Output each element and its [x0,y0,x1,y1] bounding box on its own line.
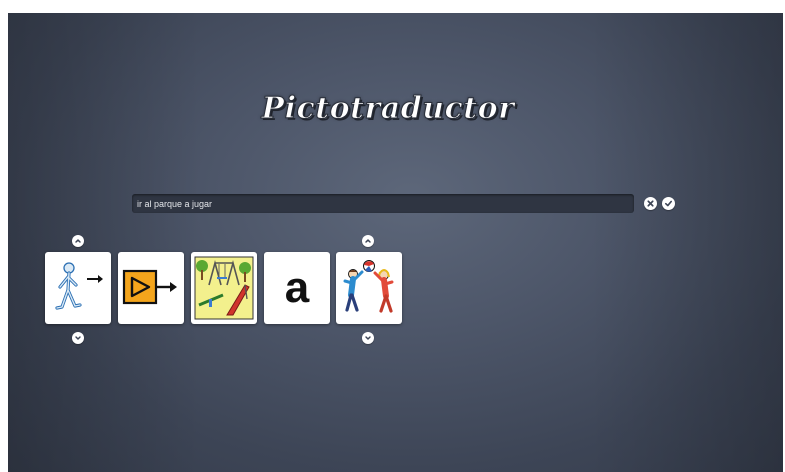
play-arrow-icon [122,269,177,305]
chevron-up-icon [365,239,371,243]
search-bar [132,194,634,213]
person-walking-arrow-icon [55,262,103,310]
check-icon [664,200,673,207]
chevron-up-icon [75,239,81,243]
next-alternative-button[interactable] [362,332,374,344]
previous-alternative-button[interactable] [362,235,374,247]
previous-alternative-button[interactable] [72,235,84,247]
playground-icon [194,256,254,320]
app-background: Pictotraductor ir al parque a jugar a [8,13,783,472]
app-title: Pictotraductor [261,91,515,127]
clear-button[interactable] [644,197,657,210]
confirm-button[interactable] [662,197,675,210]
chevron-down-icon [75,336,81,340]
pictogram-letter: a [284,263,310,312]
children-playing-ball-icon [343,260,394,313]
chevron-down-icon [365,336,371,340]
pictogram-card[interactable] [336,252,402,324]
search-input[interactable] [132,194,634,213]
pictogram-card[interactable] [191,252,257,324]
pictogram-card[interactable] [118,252,184,324]
close-icon [647,200,654,207]
pictogram-card[interactable] [45,252,111,324]
next-alternative-button[interactable] [72,332,84,344]
pictogram-card[interactable]: a [264,252,330,324]
